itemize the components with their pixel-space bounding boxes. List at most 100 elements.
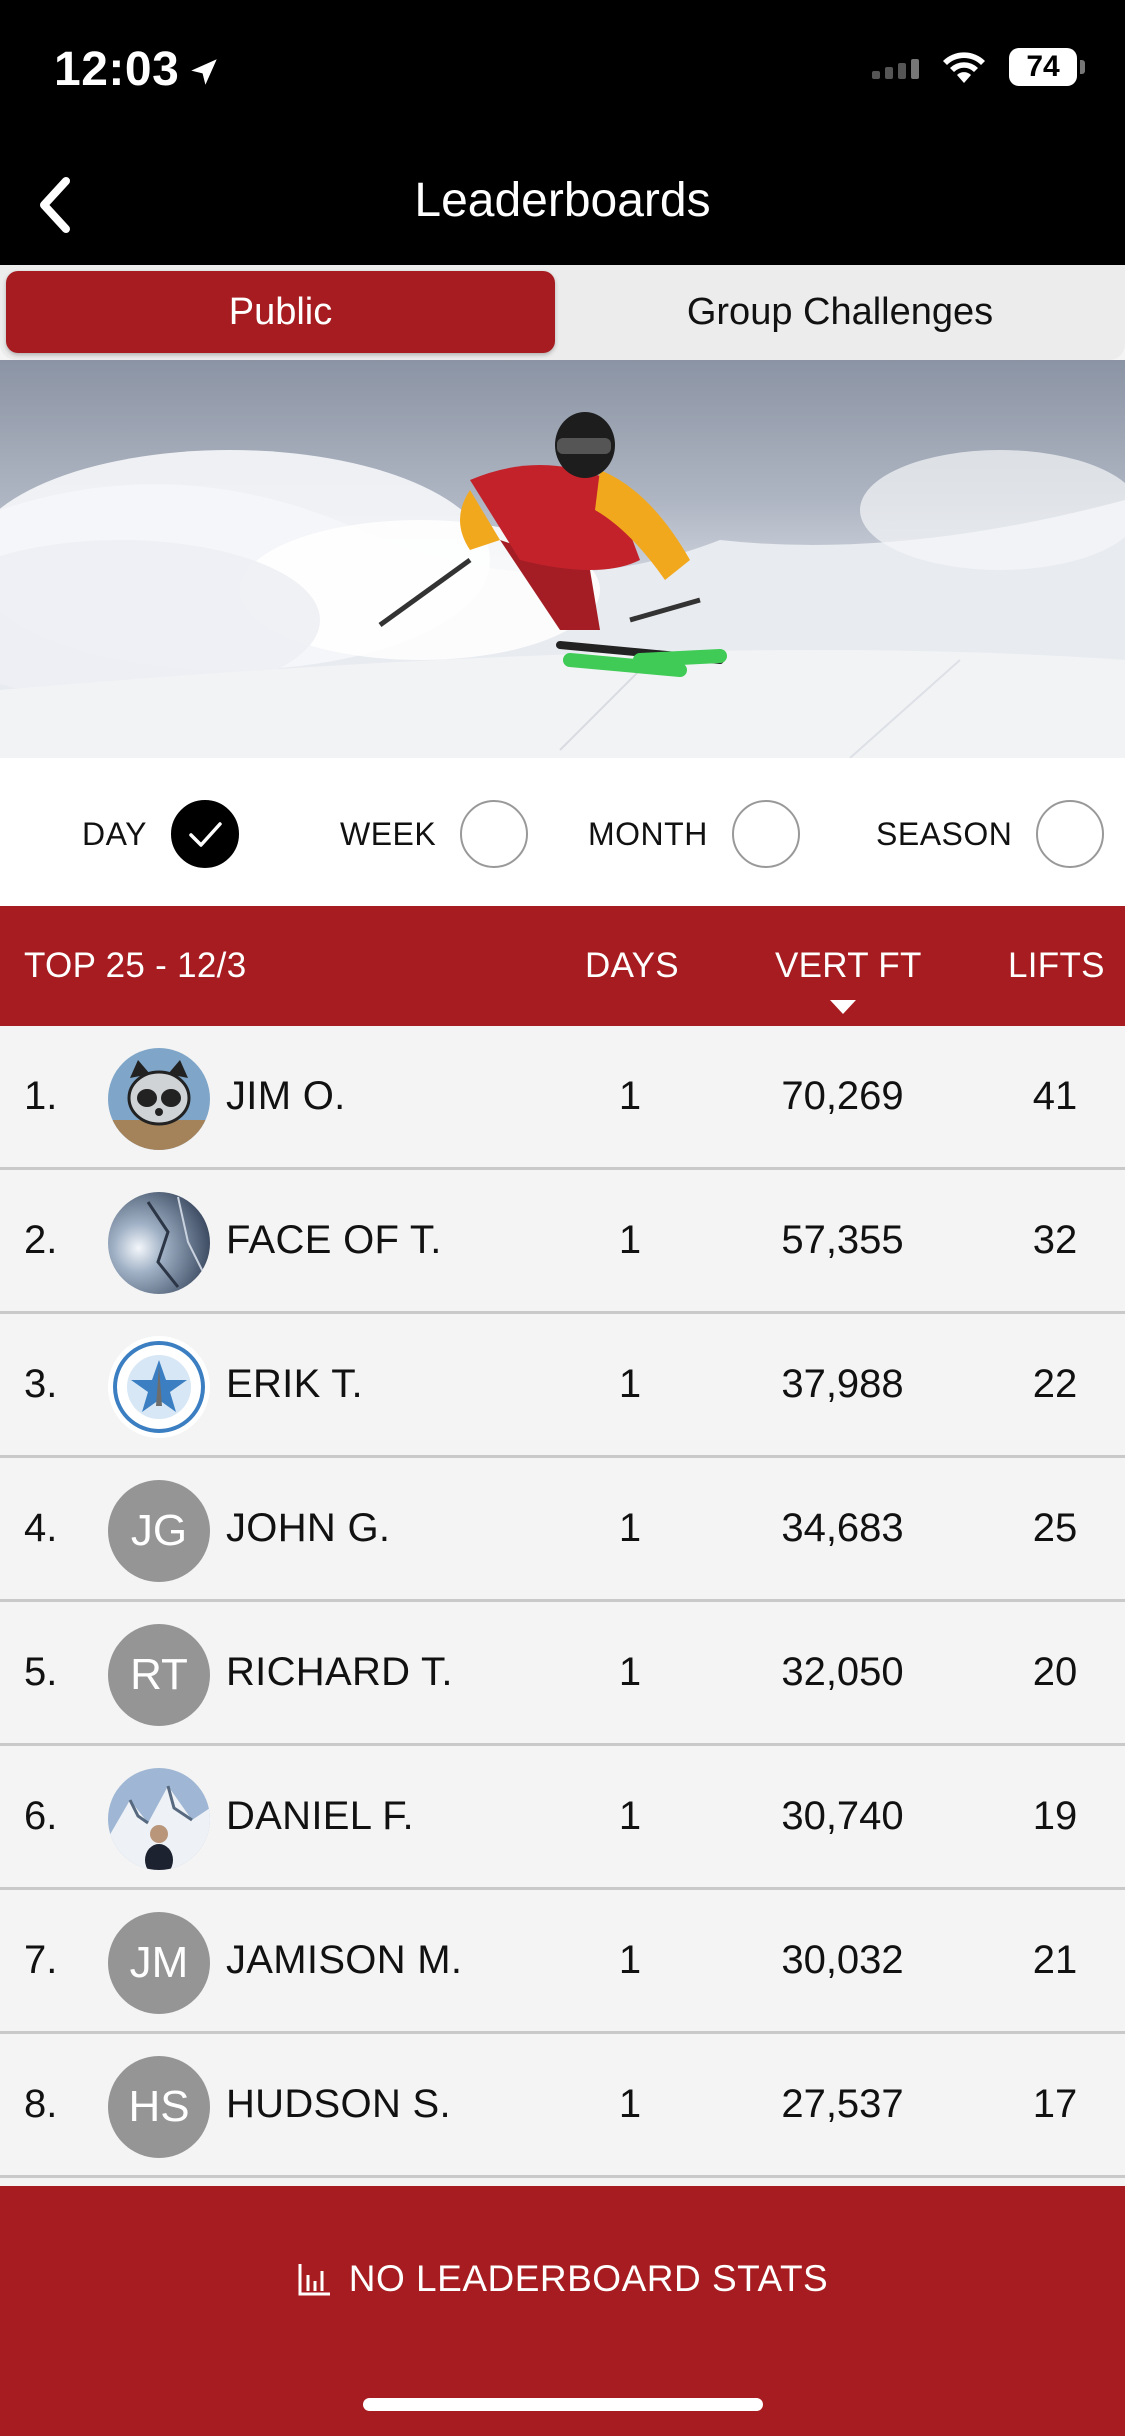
vert-value: 27,537 [781,2082,904,2126]
filter-day-radio[interactable] [170,800,239,868]
column-vert-header[interactable]: VERT FT [775,946,922,986]
location-arrow-icon [191,59,218,85]
status-icons: 74 [872,48,1085,86]
rank: 6. [24,1794,58,1838]
table-row[interactable]: 8. HS HUDSON S. 1 27,537 17 [0,2034,1125,2178]
days-value: 1 [618,1938,642,1982]
user-name: HUDSON S. [226,2082,451,2126]
battery-icon: 74 [1009,48,1085,86]
vert-value: 37,988 [781,1362,904,1406]
days-value: 1 [618,1074,642,1118]
user-name: JAMISON M. [226,1938,463,1982]
raccoon-avatar-icon [108,1048,210,1150]
stats-label: NO LEADERBOARD STATS [348,2258,829,2299]
lifts-value: 20 [1032,1650,1078,1694]
days-value: 1 [618,1506,642,1550]
filter-week-radio[interactable] [460,800,529,868]
table-row[interactable]: 3. ERIK T. 1 37,988 22 [0,1314,1125,1458]
user-name: JIM O. [226,1074,346,1118]
table-row[interactable]: 6. DANIEL F. 1 30,740 19 [0,1746,1125,1890]
skier-illustration [0,412,1125,758]
tab-group-challenges[interactable]: Group Challenges [560,271,1120,353]
battery-level: 74 [1026,50,1060,83]
leaderboard-title: TOP 25 - 12/3 [24,946,247,985]
days-value: 1 [618,1794,642,1838]
filter-season-radio[interactable] [1036,800,1105,868]
lifts-value: 41 [1032,1074,1078,1118]
table-row[interactable]: 5. RT RICHARD T. 1 32,050 20 [0,1602,1125,1746]
avatar [108,1048,210,1150]
clock-text: 12:03 [54,43,180,96]
vert-value: 30,740 [781,1794,904,1838]
status-time: 12:03 [54,42,221,97]
mountain-avatar-icon [108,1768,210,1870]
status-bar: 12:03 74 [0,0,1125,145]
filter-season[interactable]: SEASON [876,800,1105,868]
user-name: FACE OF T. [226,1218,442,1262]
table-row[interactable]: 4. JG JOHN G. 1 34,683 25 [0,1458,1125,1602]
avatar-initials: RT [108,1624,210,1726]
days-value: 1 [618,1362,642,1406]
vert-value: 30,032 [781,1938,904,1982]
wifi-icon [943,52,985,83]
bottom-bar: NO LEADERBOARD STATS [0,2186,1125,2436]
lifts-value: 32 [1032,1218,1078,1262]
vert-value: 70,269 [781,1074,904,1118]
filter-week[interactable]: WEEK [340,800,529,868]
filter-month-radio[interactable] [731,800,800,868]
rank: 3. [24,1362,58,1406]
home-indicator[interactable] [363,2398,763,2411]
leaderboard-header: TOP 25 - 12/3 DAYS VERT FT LIFTS [0,906,1125,1026]
table-row[interactable]: 1. JIM O. 1 70,269 41 [0,1026,1125,1170]
column-lifts-header[interactable]: LIFTS [1008,946,1105,986]
bar-chart-icon [298,2264,330,2296]
user-name: DANIEL F. [226,1794,414,1838]
table-row[interactable]: 2. FACE OF T. 1 57,355 32 [0,1170,1125,1314]
vert-value: 57,355 [781,1218,904,1262]
days-value: 1 [618,1650,642,1694]
filter-month-label: MONTH [588,815,708,852]
vert-value: 32,050 [781,1650,904,1694]
lifts-value: 25 [1032,1506,1078,1550]
lifts-value: 19 [1032,1794,1078,1838]
emblem-avatar-icon [108,1336,210,1438]
lifts-value: 21 [1032,1938,1078,1982]
cellular-signal-icon [872,55,919,79]
filter-week-label: WEEK [340,815,437,852]
avatar [108,1192,210,1294]
rock-avatar-icon [108,1192,210,1294]
user-name: ERIK T. [226,1362,363,1406]
avatar [108,1336,210,1438]
rank: 4. [24,1506,58,1550]
sort-descending-icon [830,1000,856,1014]
avatar-initials: JG [108,1480,210,1582]
avatar [108,1768,210,1870]
filter-day-label: DAY [82,815,147,852]
user-name: RICHARD T. [226,1650,453,1694]
hero-skier-image [0,360,1125,758]
leaderboard-list: 1. JIM O. 1 70,269 41 2. FACE OF T. 1 57… [0,1026,1125,2178]
tab-public[interactable]: Public [6,271,555,353]
avatar-initials: HS [108,2056,210,2158]
vert-value: 34,683 [781,1506,904,1550]
rank: 5. [24,1650,58,1694]
segmented-control: Public Group Challenges [0,265,1125,360]
page-title: Leaderboards [414,174,711,227]
table-row[interactable]: 7. JM JAMISON M. 1 30,032 21 [0,1890,1125,2034]
filter-season-label: SEASON [876,815,1013,852]
days-value: 1 [618,2082,642,2126]
leaderboard-stats-button[interactable]: NO LEADERBOARD STATS [0,2258,1125,2300]
lifts-value: 22 [1032,1362,1078,1406]
rank: 1. [24,1074,58,1118]
filter-day[interactable]: DAY [82,800,239,868]
rank: 8. [24,2082,58,2126]
user-name: JOHN G. [226,1506,391,1550]
column-days-header[interactable]: DAYS [585,946,679,986]
time-filter-row: DAY WEEK MONTH SEASON [0,758,1125,906]
days-value: 1 [618,1218,642,1262]
avatar-initials: JM [108,1912,210,2014]
nav-bar: Leaderboards [0,145,1125,265]
lifts-value: 17 [1032,2082,1078,2126]
rank: 7. [24,1938,58,1982]
filter-month[interactable]: MONTH [588,800,800,868]
